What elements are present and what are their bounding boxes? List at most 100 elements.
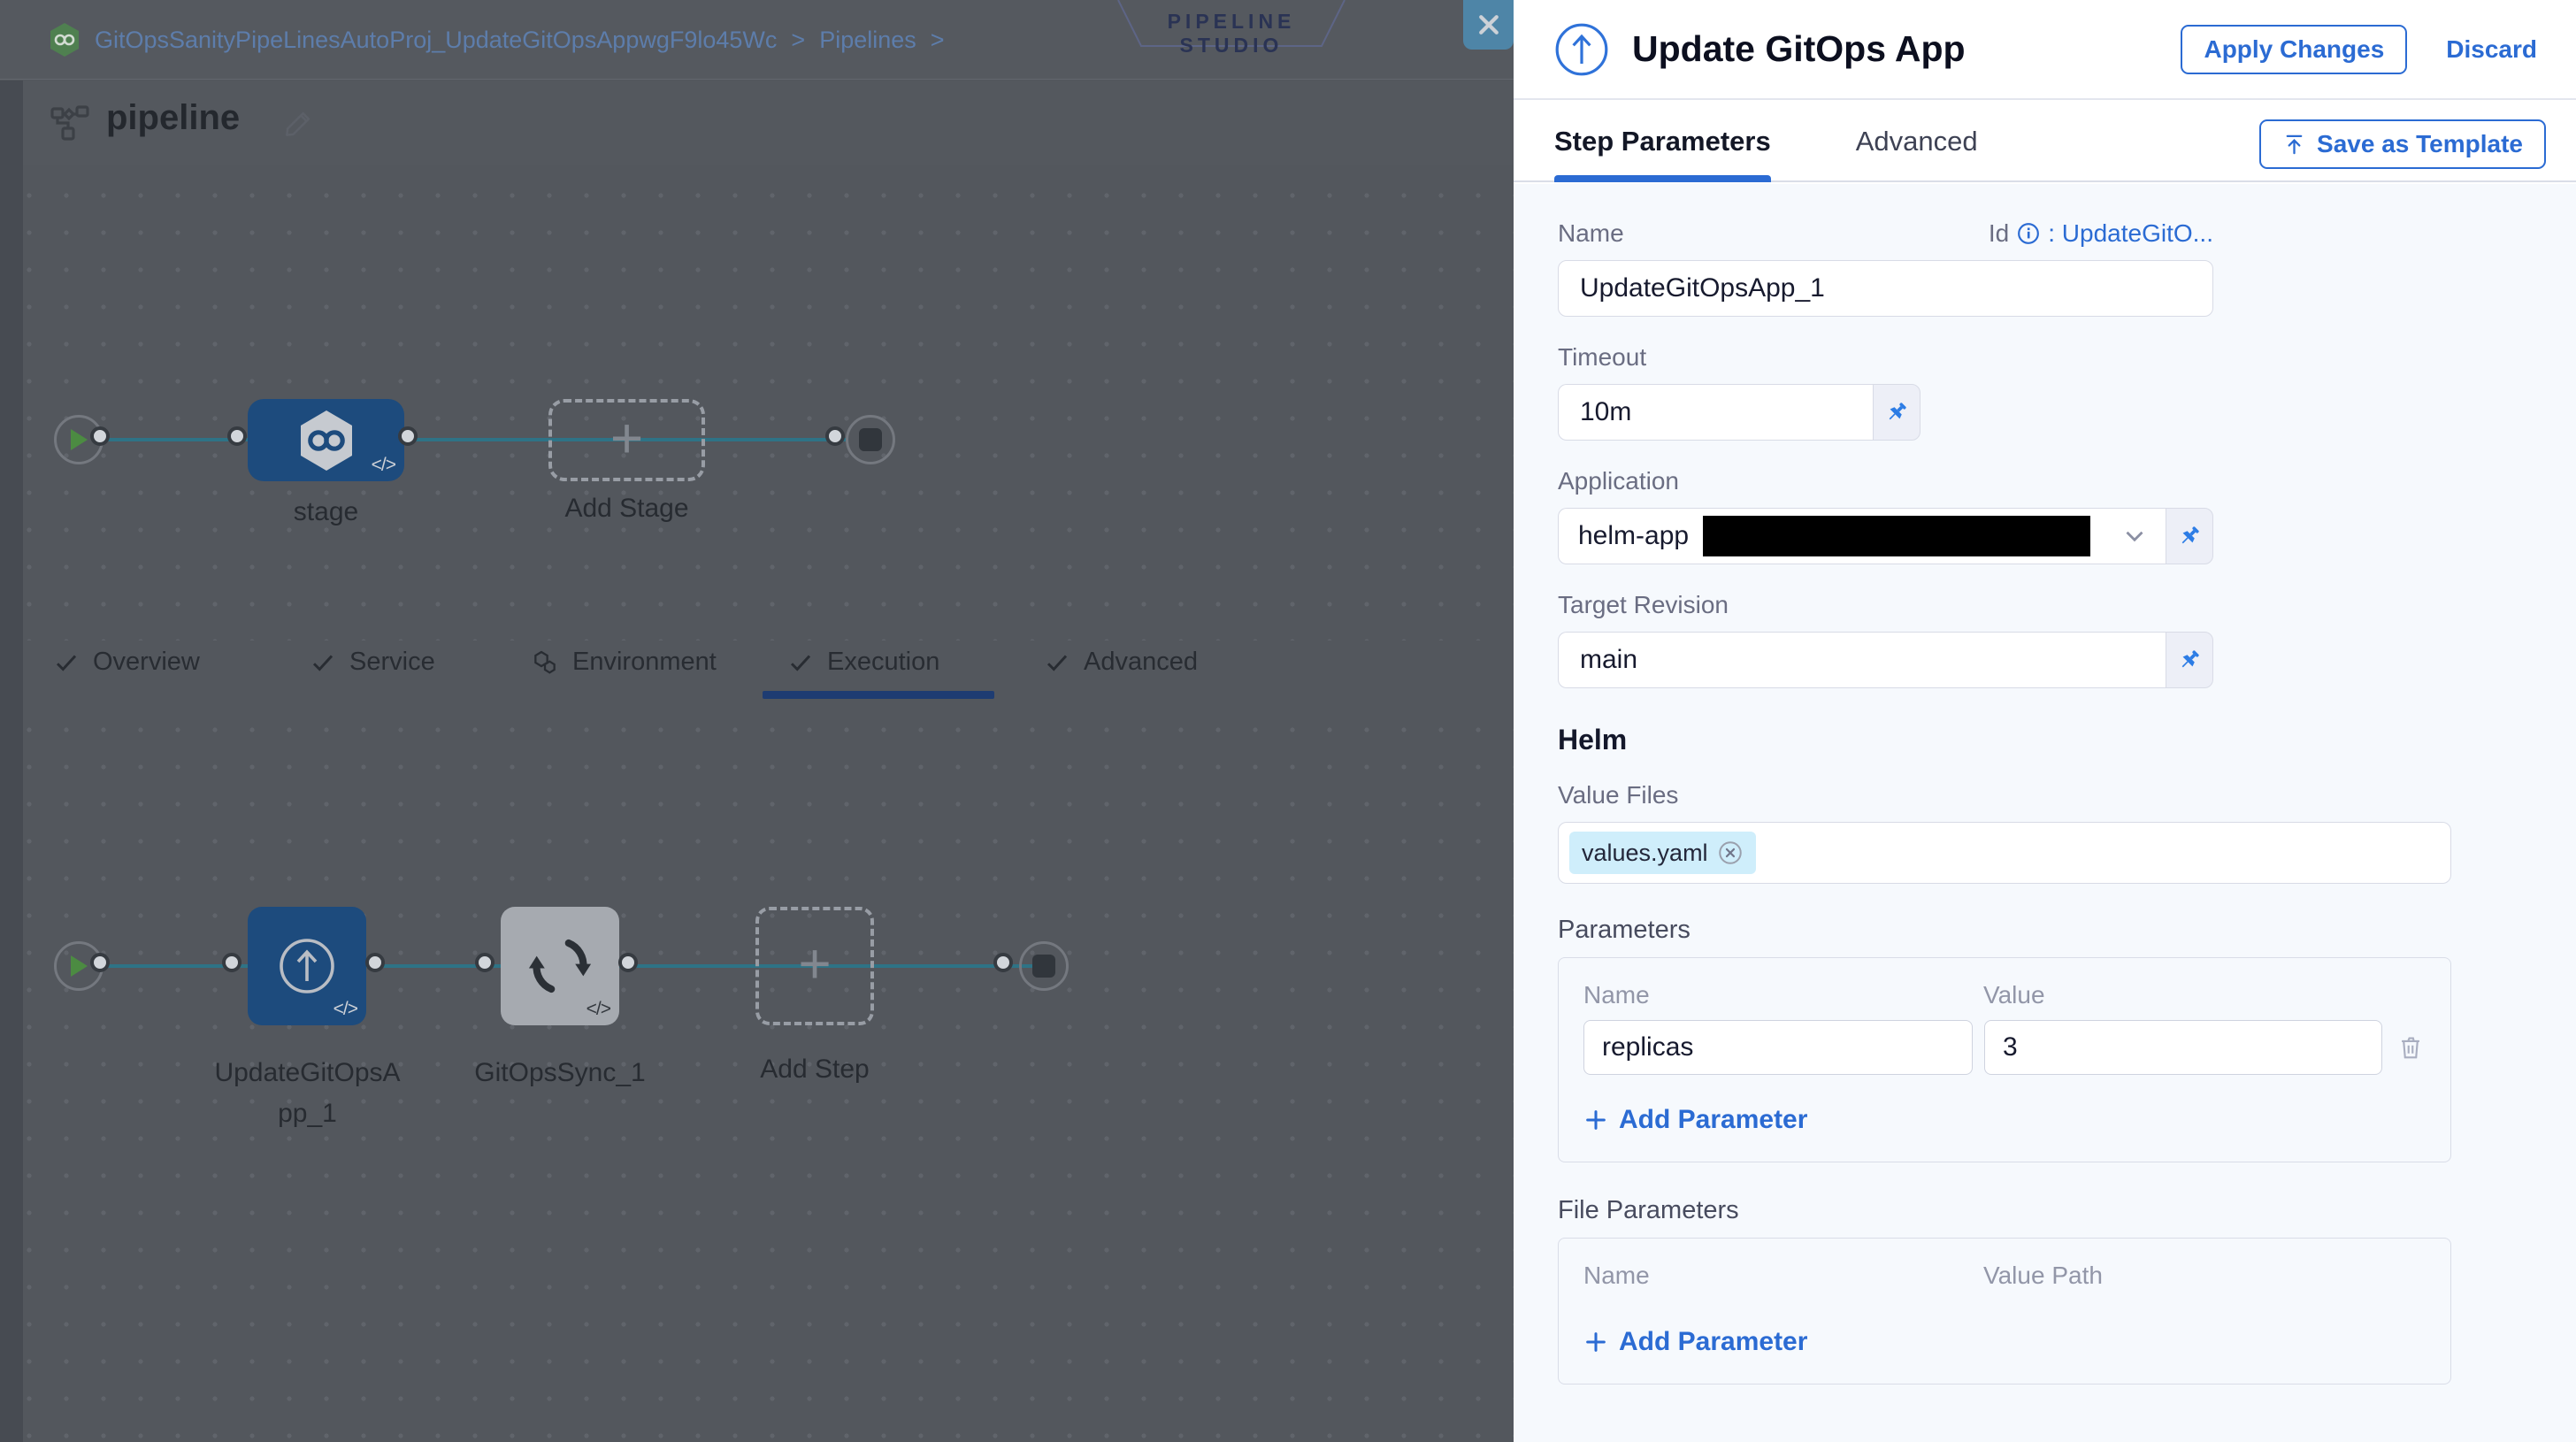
- parameter-value-input[interactable]: [1984, 1020, 2382, 1075]
- close-panel-button[interactable]: [1463, 0, 1514, 50]
- connector-dot: [475, 953, 494, 972]
- gitops-sync-step-label: GitOpsSync_1: [442, 1053, 678, 1093]
- connector-dot: [90, 426, 110, 446]
- screen: GitOpsSanityPipeLinesAutoProj_UpdateGitO…: [0, 0, 2576, 1442]
- value-file-chip: values.yaml: [1569, 832, 1756, 874]
- gitops-project-icon: [49, 22, 80, 58]
- update-gitops-app-step-node[interactable]: </>: [248, 907, 366, 1025]
- plus-icon: +: [798, 935, 831, 992]
- timeout-pin-button[interactable]: [1873, 384, 1920, 441]
- check-icon: [787, 649, 814, 676]
- tab-environment[interactable]: Environment: [531, 648, 717, 677]
- connector-dot: [825, 426, 845, 446]
- studio-badge-label: PIPELINE STUDIO: [1116, 10, 1346, 58]
- name-input[interactable]: [1558, 260, 2213, 317]
- connector-dot: [618, 953, 638, 972]
- stop-icon: [1032, 955, 1055, 978]
- connector-dot: [227, 426, 247, 446]
- breadcrumb[interactable]: GitOpsSanityPipeLinesAutoProj_UpdateGitO…: [49, 0, 945, 80]
- apply-changes-button[interactable]: Apply Changes: [2181, 25, 2407, 74]
- pipeline-studio-background: GitOpsSanityPipeLinesAutoProj_UpdateGitO…: [0, 0, 1514, 1442]
- target-revision-control: [1558, 632, 2213, 688]
- plus-icon: [1583, 1108, 1608, 1132]
- parameter-row: [1583, 1020, 2426, 1075]
- active-tab-underline: [1554, 175, 1771, 182]
- play-icon: [69, 428, 88, 451]
- column-header-name: Name: [1583, 1262, 1983, 1290]
- stage-node[interactable]: </>: [248, 399, 404, 481]
- connector-dot: [398, 426, 418, 446]
- remove-chip-icon[interactable]: [1717, 840, 1744, 866]
- discard-button[interactable]: Discard: [2446, 35, 2537, 64]
- add-parameter-button[interactable]: Add Parameter: [1583, 1105, 2426, 1135]
- add-stage-label: Add Stage: [548, 488, 705, 529]
- pin-icon: [1884, 400, 1909, 425]
- parameters-table-headers: Name Value: [1583, 981, 2426, 1009]
- panel-header: Update GitOps App Apply Changes Discard: [1514, 0, 2576, 100]
- environment-icon: [531, 648, 559, 677]
- delete-parameter-button[interactable]: [2396, 1032, 2426, 1062]
- target-revision-input[interactable]: [1558, 632, 2166, 688]
- connector-dot: [365, 953, 385, 972]
- tab-service[interactable]: Service: [310, 648, 435, 677]
- step-config-panel: Update GitOps App Apply Changes Discard …: [1514, 0, 2576, 1442]
- add-file-parameter-button[interactable]: Add Parameter: [1583, 1327, 2426, 1357]
- info-icon[interactable]: [2017, 222, 2040, 245]
- parameter-name-input[interactable]: [1583, 1020, 1973, 1075]
- pipeline-graph-icon: [50, 104, 91, 142]
- pipeline-studio-badge: PIPELINE STUDIO: [1116, 0, 1346, 53]
- top-nav: GitOpsSanityPipeLinesAutoProj_UpdateGitO…: [0, 0, 1514, 80]
- stage-detail-tabs: Overview Service Environment Execution A…: [0, 640, 1514, 699]
- connector-dot: [222, 953, 242, 972]
- connector-dot: [90, 953, 110, 972]
- check-icon: [53, 649, 80, 676]
- add-file-parameter-label: Add Parameter: [1619, 1327, 1807, 1357]
- target-revision-pin-button[interactable]: [2166, 632, 2213, 688]
- file-parameters-card: Name Value Path Add Parameter: [1558, 1238, 2451, 1384]
- tab-overview[interactable]: Overview: [53, 648, 200, 677]
- add-step-button[interactable]: +: [755, 907, 874, 1025]
- pin-icon: [2177, 524, 2202, 548]
- file-parameters-table-headers: Name Value Path: [1583, 1262, 2426, 1290]
- check-icon: [1044, 649, 1070, 676]
- value-files-label: Value Files: [1558, 781, 2576, 809]
- execution-end-node: [1019, 941, 1069, 991]
- edit-pencil-icon[interactable]: [281, 107, 315, 141]
- tab-label: Advanced: [1084, 648, 1198, 677]
- stop-icon: [859, 428, 882, 451]
- update-gitops-app-step-label: UpdateGitOpsApp_1: [212, 1053, 402, 1134]
- gitops-sync-step-node[interactable]: </>: [501, 907, 619, 1025]
- breadcrumb-pipelines[interactable]: Pipelines: [819, 27, 916, 54]
- timeout-input[interactable]: [1558, 384, 1873, 441]
- collapsed-sidenav-strip: [0, 81, 23, 1442]
- add-step-label: Add Step: [738, 1049, 892, 1090]
- application-pin-button[interactable]: [2166, 508, 2213, 564]
- tab-advanced[interactable]: Advanced: [1044, 648, 1198, 677]
- pin-icon: [2177, 648, 2202, 672]
- chevron-down-icon: [2120, 521, 2150, 551]
- breadcrumb-separator: >: [791, 27, 805, 54]
- connector-dot: [993, 953, 1013, 972]
- breadcrumb-project[interactable]: GitOpsSanityPipeLinesAutoProj_UpdateGitO…: [95, 27, 777, 54]
- panel-tabbar: Step Parameters Advanced Save as Templat…: [1514, 102, 2576, 182]
- stage-node-label: stage: [248, 492, 404, 533]
- breadcrumb-separator: >: [931, 27, 945, 54]
- tab-execution[interactable]: Execution: [787, 648, 939, 677]
- pipeline-title-row: pipeline VISUAL YAML: [0, 81, 1514, 165]
- add-stage-button[interactable]: +: [548, 399, 705, 481]
- application-select[interactable]: helm-app: [1558, 508, 2166, 564]
- play-icon: [69, 955, 88, 978]
- file-parameters-label: File Parameters: [1558, 1196, 2576, 1225]
- step-parameters-form: Name Id : UpdateGitO... Timeout: [1514, 184, 2576, 1442]
- tab-advanced[interactable]: Advanced: [1856, 126, 1978, 157]
- active-tab-underline: [763, 691, 994, 699]
- application-control: helm-app: [1558, 508, 2213, 564]
- add-parameter-label: Add Parameter: [1619, 1105, 1807, 1135]
- upload-icon: [2282, 133, 2306, 157]
- value-files-input[interactable]: values.yaml: [1558, 822, 2451, 884]
- pipeline-end-node: [846, 415, 895, 464]
- pipeline-title: pipeline: [106, 98, 240, 138]
- id-value[interactable]: : UpdateGitO...: [2048, 219, 2213, 248]
- save-as-template-button[interactable]: Save as Template: [2259, 119, 2546, 169]
- tab-step-parameters[interactable]: Step Parameters: [1554, 126, 1771, 157]
